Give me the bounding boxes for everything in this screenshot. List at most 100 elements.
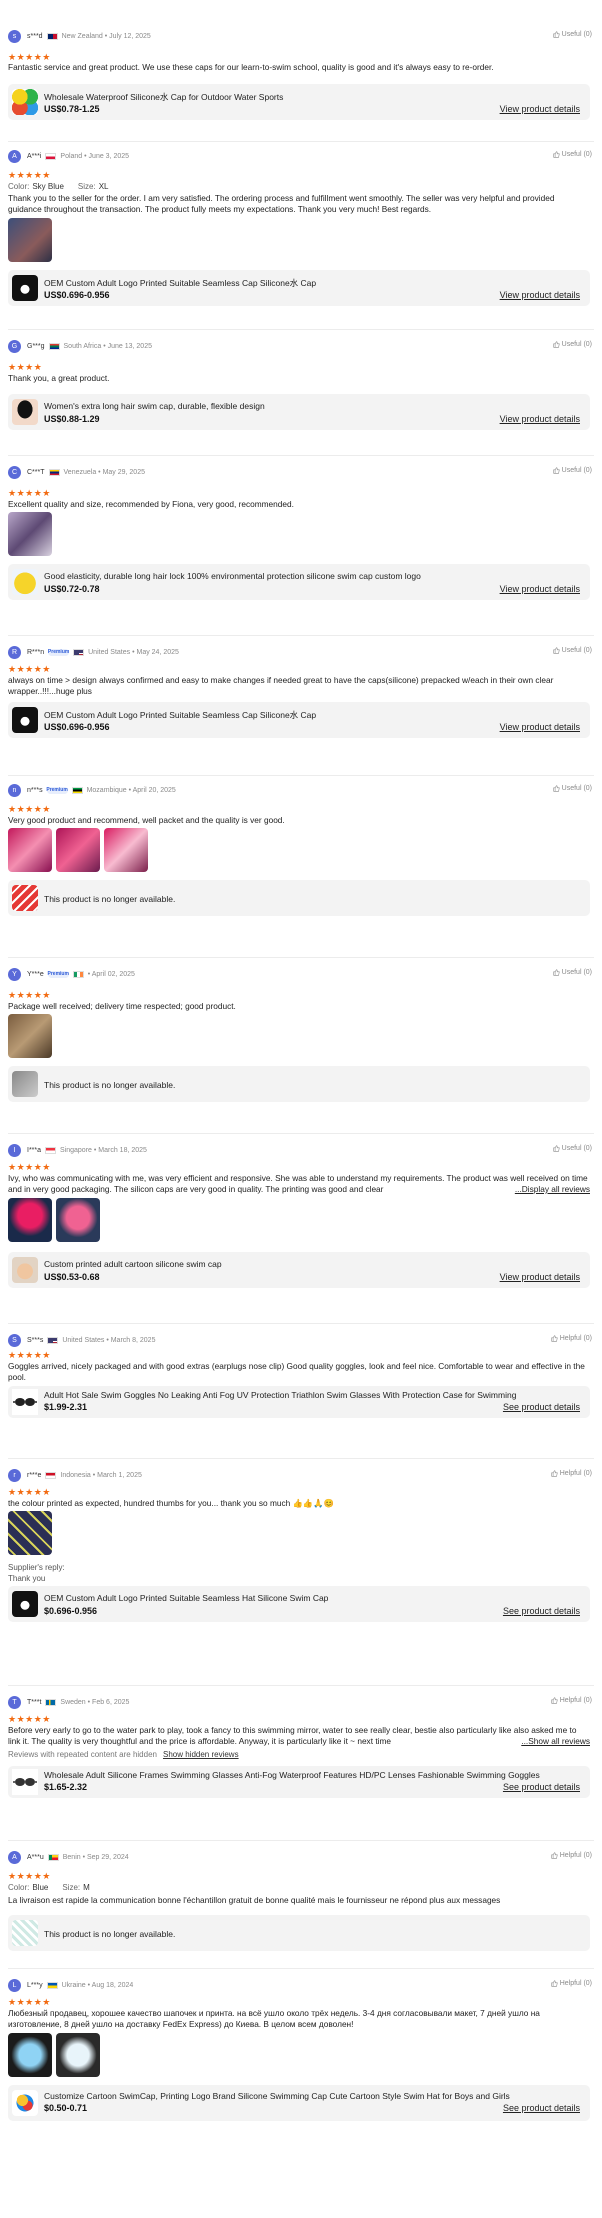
review-meta: New Zealand • July 12, 2025 bbox=[61, 32, 151, 40]
review-item: T T***t Sweden • Feb 6, 2025 Helpful (0)… bbox=[8, 1686, 594, 1841]
review-header: S S***s United States • March 8, 2025 He… bbox=[8, 1332, 594, 1348]
reviewer-name: R***n bbox=[27, 648, 45, 656]
review-header: G G***g South Africa • June 13, 2025 Use… bbox=[8, 338, 594, 354]
view-product-link[interactable]: View product details bbox=[500, 722, 580, 732]
review-photos bbox=[8, 828, 148, 872]
review-photo[interactable] bbox=[104, 828, 148, 872]
reviewer-name: C***T bbox=[27, 468, 45, 476]
product-price: $1.65-2.32 bbox=[44, 1782, 88, 1792]
product-image bbox=[12, 2090, 38, 2116]
review-photo[interactable] bbox=[56, 1198, 100, 1242]
reviewer-name: A***u bbox=[27, 1853, 44, 1861]
product-card[interactable]: Women's extra long hair swim cap, durabl… bbox=[8, 394, 590, 430]
review-photo[interactable] bbox=[56, 828, 100, 872]
view-product-link[interactable]: View product details bbox=[500, 104, 580, 114]
product-card[interactable]: OEM Custom Adult Logo Printed Suitable S… bbox=[8, 1586, 590, 1622]
product-price: $1.99-2.31 bbox=[44, 1402, 88, 1412]
product-card[interactable]: OEM Custom Adult Logo Printed Suitable S… bbox=[8, 270, 590, 306]
product-card[interactable]: Wholesale Waterproof Silicone水 Cap for O… bbox=[8, 84, 590, 120]
helpful-button[interactable]: Helpful (0) bbox=[551, 1470, 592, 1477]
useful-button[interactable]: Useful (0) bbox=[553, 31, 592, 38]
useful-button[interactable]: Useful (0) bbox=[553, 341, 592, 348]
show-hidden-reviews-link[interactable]: Show hidden reviews bbox=[163, 1750, 239, 1759]
useful-button[interactable]: Useful (0) bbox=[553, 467, 592, 474]
hidden-reviews-note: Reviews with repeated content are hidden… bbox=[8, 1750, 239, 1759]
review-photo[interactable] bbox=[8, 512, 52, 556]
review-item: G G***g South Africa • June 13, 2025 Use… bbox=[8, 330, 594, 456]
product-card[interactable]: OEM Custom Adult Logo Printed Suitable S… bbox=[8, 702, 590, 738]
review-meta: Indonesia • March 1, 2025 bbox=[60, 1471, 142, 1479]
view-product-link[interactable]: View product details bbox=[500, 414, 580, 424]
review-photo[interactable] bbox=[8, 218, 52, 262]
product-price: US$0.88-1.29 bbox=[44, 414, 100, 424]
see-product-link[interactable]: See product details bbox=[503, 1402, 580, 1412]
rating-stars: ★★★★ bbox=[8, 362, 43, 372]
thumbs-up-icon bbox=[553, 151, 560, 158]
view-product-link[interactable]: View product details bbox=[500, 584, 580, 594]
supplier-reply-label: Supplier's reply: bbox=[8, 1563, 65, 1572]
review-item: A A***i Poland • June 3, 2025 Useful (0)… bbox=[8, 142, 594, 330]
thumbs-up-icon bbox=[553, 341, 560, 348]
review-photos bbox=[8, 1198, 100, 1242]
review-header: n n***s Premium Mozambique • April 20, 2… bbox=[8, 782, 594, 798]
see-product-link[interactable]: See product details bbox=[503, 1782, 580, 1792]
useful-button[interactable]: Useful (0) bbox=[553, 969, 592, 976]
review-photo[interactable] bbox=[8, 1511, 52, 1555]
product-image bbox=[12, 1257, 38, 1283]
product-card[interactable]: Adult Hot Sale Swim Goggles No Leaking A… bbox=[8, 1386, 590, 1418]
product-image bbox=[12, 275, 38, 301]
avatar: r bbox=[8, 1468, 21, 1482]
reviewer-name: T***t bbox=[27, 1698, 42, 1706]
useful-button[interactable]: Useful (0) bbox=[553, 151, 592, 158]
product-title: OEM Custom Adult Logo Printed Suitable S… bbox=[44, 1593, 329, 1603]
review-meta: Ukraine • Aug 18, 2024 bbox=[61, 1981, 134, 1989]
product-image bbox=[12, 1591, 38, 1617]
unavailable-message: This product is no longer available. bbox=[44, 1929, 176, 1939]
review-photo[interactable] bbox=[56, 2033, 100, 2077]
rating-stars: ★★★★★ bbox=[8, 990, 51, 1000]
see-product-link[interactable]: See product details bbox=[503, 1606, 580, 1616]
review-photo[interactable] bbox=[8, 828, 52, 872]
review-photo[interactable] bbox=[8, 2033, 52, 2077]
review-meta: Sweden • Feb 6, 2025 bbox=[60, 1698, 130, 1706]
view-product-link[interactable]: View product details bbox=[500, 1272, 580, 1282]
product-price: US$0.53-0.68 bbox=[44, 1272, 100, 1282]
product-title: Adult Hot Sale Swim Goggles No Leaking A… bbox=[44, 1390, 517, 1400]
review-photo[interactable] bbox=[8, 1198, 52, 1242]
product-title: Women's extra long hair swim cap, durabl… bbox=[44, 401, 265, 411]
product-card[interactable]: Customize Cartoon SwimCap, Printing Logo… bbox=[8, 2085, 590, 2121]
rating-stars: ★★★★★ bbox=[8, 1714, 51, 1724]
review-text: Excellent quality and size, recommended … bbox=[8, 499, 294, 509]
review-photos bbox=[8, 218, 52, 262]
review-photo[interactable] bbox=[8, 1014, 52, 1058]
product-card[interactable]: Good elasticity, durable long hair lock … bbox=[8, 564, 590, 600]
product-title: OEM Custom Adult Logo Printed Suitable S… bbox=[44, 710, 317, 720]
product-image bbox=[12, 1920, 38, 1946]
product-card[interactable]: Wholesale Adult Silicone Frames Swimming… bbox=[8, 1766, 590, 1798]
helpful-button[interactable]: Helpful (0) bbox=[551, 1697, 592, 1704]
useful-button[interactable]: Useful (0) bbox=[553, 1145, 592, 1152]
thumbs-up-icon bbox=[553, 467, 560, 474]
product-price: US$0.72-0.78 bbox=[44, 584, 100, 594]
product-title: Customize Cartoon SwimCap, Printing Logo… bbox=[44, 2091, 510, 2101]
helpful-button[interactable]: Helpful (0) bbox=[551, 1980, 592, 1987]
product-price: US$0.78-1.25 bbox=[44, 104, 100, 114]
useful-button[interactable]: Useful (0) bbox=[553, 785, 592, 792]
see-product-link[interactable]: See product details bbox=[503, 2103, 580, 2113]
rating-stars: ★★★★★ bbox=[8, 1871, 51, 1881]
product-title: OEM Custom Adult Logo Printed Suitable S… bbox=[44, 278, 317, 288]
review-meta: Mozambique • April 20, 2025 bbox=[86, 786, 176, 794]
display-all-reviews-link[interactable]: ...Display all reviews bbox=[512, 1184, 590, 1195]
premium-badge: Premium bbox=[47, 648, 70, 656]
helpful-button[interactable]: Helpful (0) bbox=[551, 1335, 592, 1342]
reviewer-name: r***e bbox=[27, 1471, 42, 1479]
view-product-link[interactable]: View product details bbox=[500, 290, 580, 300]
product-card[interactable]: Custom printed adult cartoon silicone sw… bbox=[8, 1252, 590, 1288]
avatar: s bbox=[8, 29, 21, 43]
helpful-button[interactable]: Helpful (0) bbox=[551, 1852, 592, 1859]
avatar: S bbox=[8, 1333, 21, 1347]
useful-button[interactable]: Useful (0) bbox=[553, 647, 592, 654]
supplier-reply: Supplier's reply: Thank you bbox=[8, 1562, 65, 1584]
product-title: Wholesale Adult Silicone Frames Swimming… bbox=[44, 1770, 540, 1780]
show-all-reviews-link[interactable]: ...Show all reviews bbox=[519, 1736, 590, 1747]
